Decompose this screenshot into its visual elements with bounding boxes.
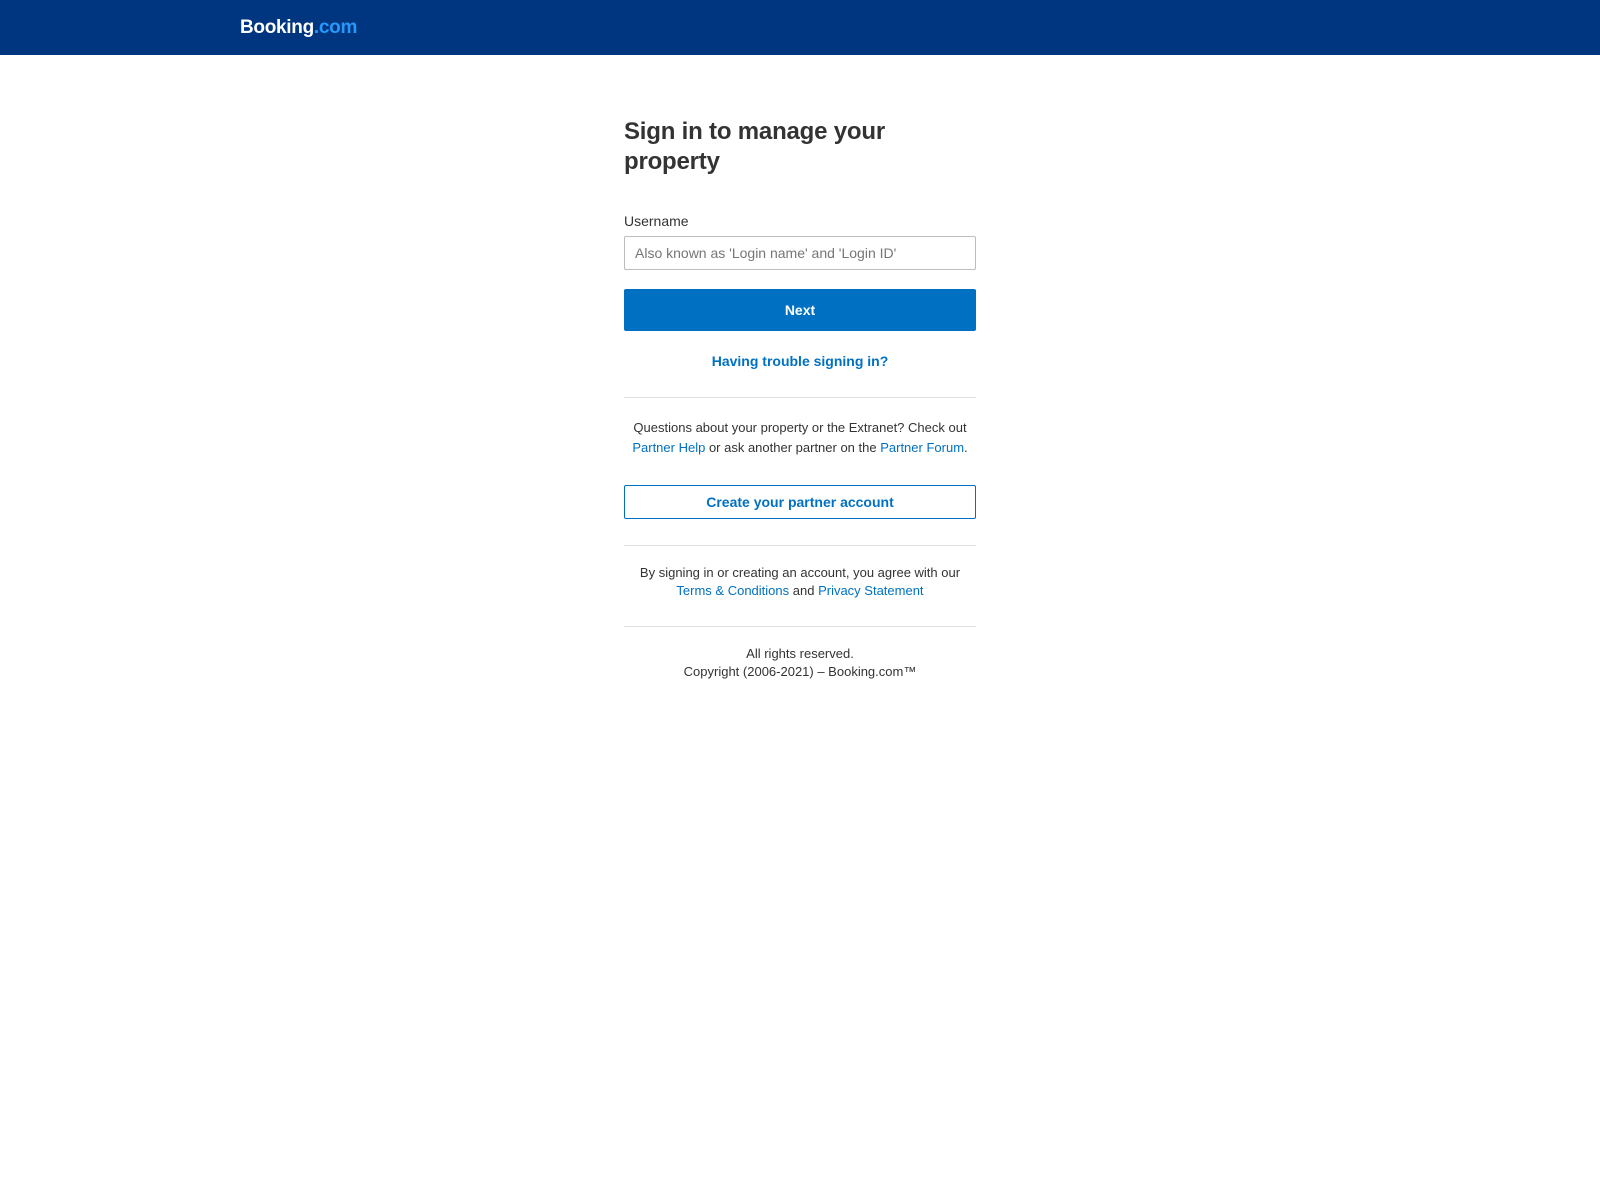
divider-bottom	[624, 626, 976, 627]
extranet-help-text: Questions about your property or the Ext…	[624, 418, 976, 458]
next-button[interactable]: Next	[624, 289, 976, 331]
legal-text-part2: and	[789, 583, 819, 598]
help-text-part1: Questions about your property or the Ext…	[633, 420, 967, 435]
legal-text-part1: By signing in or creating an account, yo…	[639, 565, 961, 580]
help-text-part2: or ask another partner on the	[705, 440, 881, 455]
copyright-text: Copyright (2006-2021) – Booking.com™	[683, 664, 917, 679]
trouble-signing-in-link[interactable]: Having trouble signing in?	[712, 353, 889, 369]
footer-copyright: All rights reserved. Copyright (2006-202…	[624, 645, 976, 681]
username-label: Username	[624, 213, 689, 229]
all-rights-reserved-text: All rights reserved.	[746, 646, 854, 661]
page-body: Sign in to manage your property Username…	[0, 55, 1600, 681]
legal-agreement-text: By signing in or creating an account, yo…	[624, 564, 976, 600]
booking-logo[interactable]: Booking .com	[240, 18, 357, 37]
trouble-signing-in-wrap: Having trouble signing in?	[624, 353, 976, 371]
site-header: Booking .com	[0, 0, 1600, 55]
username-input[interactable]	[624, 236, 976, 270]
partner-forum-link[interactable]: Partner Forum	[880, 440, 964, 455]
page-title: Sign in to manage your property	[624, 118, 885, 175]
divider-middle	[624, 545, 976, 546]
divider-top	[624, 397, 976, 398]
help-text-part3: .	[964, 440, 968, 455]
logo-text-main: Booking	[240, 17, 314, 38]
create-partner-account-button[interactable]: Create your partner account	[624, 485, 976, 519]
terms-conditions-link[interactable]: Terms & Conditions	[676, 583, 789, 598]
privacy-statement-link[interactable]: Privacy Statement	[818, 583, 924, 598]
partner-help-link[interactable]: Partner Help	[632, 440, 705, 455]
signin-column: Sign in to manage your property Username…	[624, 117, 976, 681]
logo-text-tld: .com	[313, 17, 358, 38]
